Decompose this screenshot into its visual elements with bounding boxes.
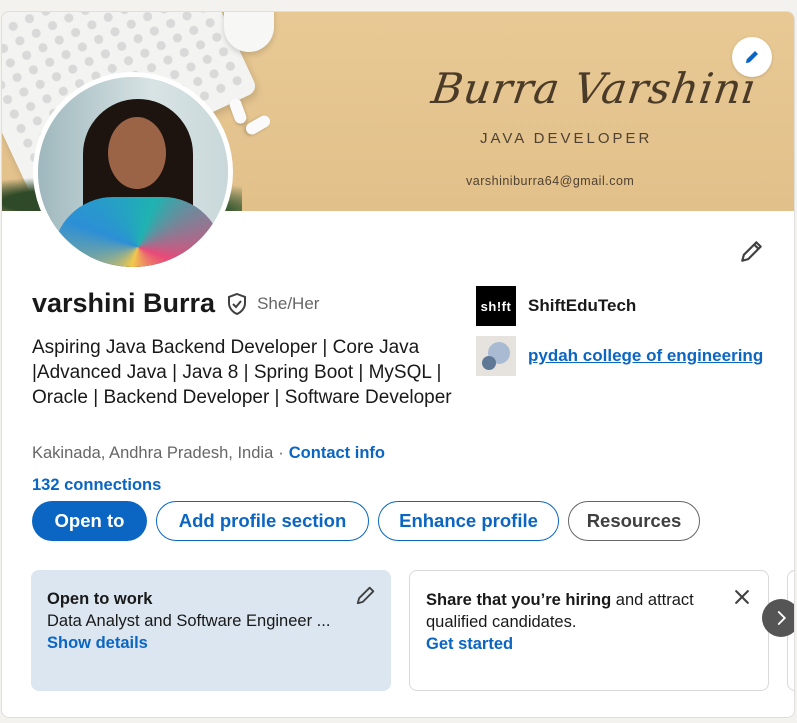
connections-link[interactable]: 132 connections <box>32 476 161 495</box>
earbud-illustration <box>243 113 273 137</box>
name-row: varshini Burra She/Her <box>32 288 319 319</box>
enhance-profile-button[interactable]: Enhance profile <box>378 501 559 541</box>
hiring-title-bold: Share that you’re hiring <box>426 591 612 609</box>
chevron-right-icon <box>777 611 787 625</box>
verified-shield-icon[interactable] <box>225 292 249 316</box>
close-icon[interactable] <box>732 587 752 607</box>
hiring-card: Share that you’re hiring and attract qua… <box>409 570 769 691</box>
banner-email: varshiniburra64@gmail.com <box>466 174 635 188</box>
separator-dot: · <box>278 444 284 462</box>
edit-banner-button[interactable] <box>732 37 772 77</box>
company-name: ShiftEduTech <box>528 296 637 315</box>
org-current-company[interactable]: sh!ft ShiftEduTech <box>476 286 636 326</box>
profile-name: varshini Burra <box>32 288 216 318</box>
org-education[interactable]: pydah college of engineering <box>476 336 763 376</box>
pencil-icon <box>741 241 762 262</box>
edit-intro-button[interactable] <box>736 235 768 267</box>
college-name[interactable]: pydah college of engineering <box>528 346 763 366</box>
location: Kakinada, Andhra Pradesh, India <box>32 444 274 462</box>
get-started-link[interactable]: Get started <box>426 633 752 655</box>
open-to-work-title: Open to work <box>47 590 153 608</box>
college-logo <box>476 336 516 376</box>
show-details-link[interactable]: Show details <box>47 632 375 654</box>
profile-card: Burra Varshini JAVA DEVELOPER varshinibu… <box>1 11 795 718</box>
add-profile-section-button[interactable]: Add profile section <box>156 501 369 541</box>
banner-name: Burra Varshini <box>428 64 761 113</box>
banner-role: JAVA DEVELOPER <box>480 130 653 147</box>
contact-info-link[interactable]: Contact info <box>289 444 385 463</box>
resources-button[interactable]: Resources <box>568 501 700 541</box>
pencil-icon[interactable] <box>355 584 377 606</box>
open-to-work-description: Data Analyst and Software Engineer ... <box>47 612 331 630</box>
open-to-work-card: Open to work Data Analyst and Software E… <box>31 570 391 691</box>
pencil-icon <box>746 51 758 63</box>
location-row: Kakinada, Andhra Pradesh, India · Contac… <box>32 444 385 463</box>
earbud-illustration <box>227 96 249 126</box>
pronouns: She/Her <box>257 293 320 313</box>
hiring-title: Share that you’re hiring and attract qua… <box>426 589 716 633</box>
open-to-button[interactable]: Open to <box>32 501 147 541</box>
company-logo: sh!ft <box>476 286 516 326</box>
profile-headline: Aspiring Java Backend Developer | Core J… <box>32 337 452 408</box>
carousel-next-button[interactable] <box>762 599 794 637</box>
avatar[interactable] <box>33 72 233 272</box>
